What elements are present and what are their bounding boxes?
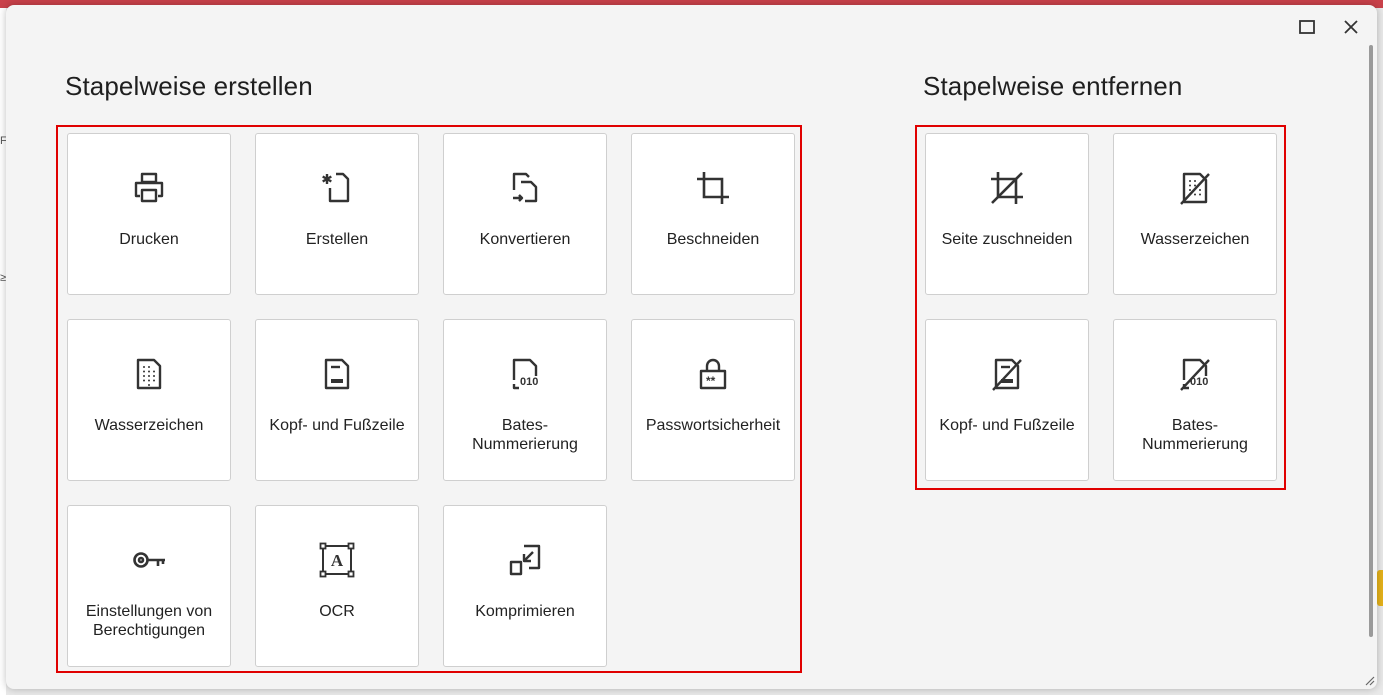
- tool-convert[interactable]: Konvertieren: [443, 133, 607, 295]
- remove-crop-icon: [987, 168, 1027, 208]
- lock-icon: **: [693, 354, 733, 394]
- tool-remove-crop[interactable]: Seite zuschneiden: [925, 133, 1089, 295]
- crop-icon: [693, 168, 733, 208]
- tool-remove-bates[interactable]: 010 Bates- Nummerierung: [1113, 319, 1277, 481]
- maximize-button[interactable]: [1295, 15, 1319, 39]
- tool-label: Wasserzeichen: [1140, 231, 1250, 248]
- remove-header-footer-icon: [987, 354, 1027, 394]
- tool-label: Kopf- und Fußzeile: [269, 417, 405, 434]
- tool-label: Wasserzeichen: [94, 417, 204, 434]
- svg-text:A: A: [331, 551, 344, 570]
- tool-label: Konvertieren: [479, 231, 571, 248]
- tool-password-security[interactable]: ** Passwortsicherheit: [631, 319, 795, 481]
- create-section-title: Stapelweise erstellen: [65, 71, 313, 101]
- compress-icon: [505, 540, 545, 580]
- close-button[interactable]: [1339, 15, 1363, 39]
- maximize-icon: [1299, 20, 1315, 34]
- tool-remove-watermark[interactable]: Wasserzeichen: [1113, 133, 1277, 295]
- close-icon: [1344, 20, 1358, 34]
- tool-header-footer[interactable]: Kopf- und Fußzeile: [255, 319, 419, 481]
- tool-label: Bates- Nummerierung: [1142, 417, 1248, 453]
- tool-label: Passwortsicherheit: [645, 417, 781, 434]
- background-accent: [1377, 570, 1383, 606]
- tool-print[interactable]: Drucken: [67, 133, 231, 295]
- tool-ocr[interactable]: A OCR: [255, 505, 419, 667]
- tool-label: Beschneiden: [666, 231, 760, 248]
- svg-text:010: 010: [520, 376, 538, 388]
- remove-watermark-icon: [1175, 168, 1215, 208]
- watermark-icon: [129, 354, 169, 394]
- tool-label: Seite zuschneiden: [941, 231, 1073, 248]
- tool-label: Erstellen: [305, 231, 369, 248]
- tool-label: Drucken: [119, 231, 179, 248]
- convert-icon: [505, 168, 545, 208]
- batch-dialog: Stapelweise erstellen Stapelweise entfer…: [6, 5, 1377, 689]
- scrollbar[interactable]: [1369, 45, 1373, 637]
- key-icon: [129, 540, 169, 580]
- tool-compress[interactable]: Komprimieren: [443, 505, 607, 667]
- printer-icon: [129, 168, 169, 208]
- tool-label: Kopf- und Fußzeile: [939, 417, 1075, 434]
- remove-bates-icon: 010: [1175, 354, 1215, 394]
- tool-label: Bates- Nummerierung: [472, 417, 578, 453]
- tool-permission-settings[interactable]: Einstellungen von Berechtigungen: [67, 505, 231, 667]
- tool-label: Komprimieren: [475, 603, 575, 620]
- tool-remove-header-footer[interactable]: Kopf- und Fußzeile: [925, 319, 1089, 481]
- tool-crop[interactable]: Beschneiden: [631, 133, 795, 295]
- remove-section-title: Stapelweise entfernen: [923, 71, 1183, 101]
- new-document-icon: [317, 168, 357, 208]
- tool-watermark[interactable]: Wasserzeichen: [67, 319, 231, 481]
- bates-numbering-icon: 010: [505, 354, 545, 394]
- header-footer-icon: [317, 354, 357, 394]
- tool-create[interactable]: Erstellen: [255, 133, 419, 295]
- resize-grip[interactable]: [1363, 673, 1375, 686]
- ocr-icon: A: [317, 540, 357, 580]
- svg-text:**: **: [706, 374, 716, 388]
- tool-label: Einstellungen von Berechtigungen: [85, 603, 213, 639]
- tool-label: OCR: [319, 603, 355, 620]
- tool-bates-numbering[interactable]: 010 Bates- Nummerierung: [443, 319, 607, 481]
